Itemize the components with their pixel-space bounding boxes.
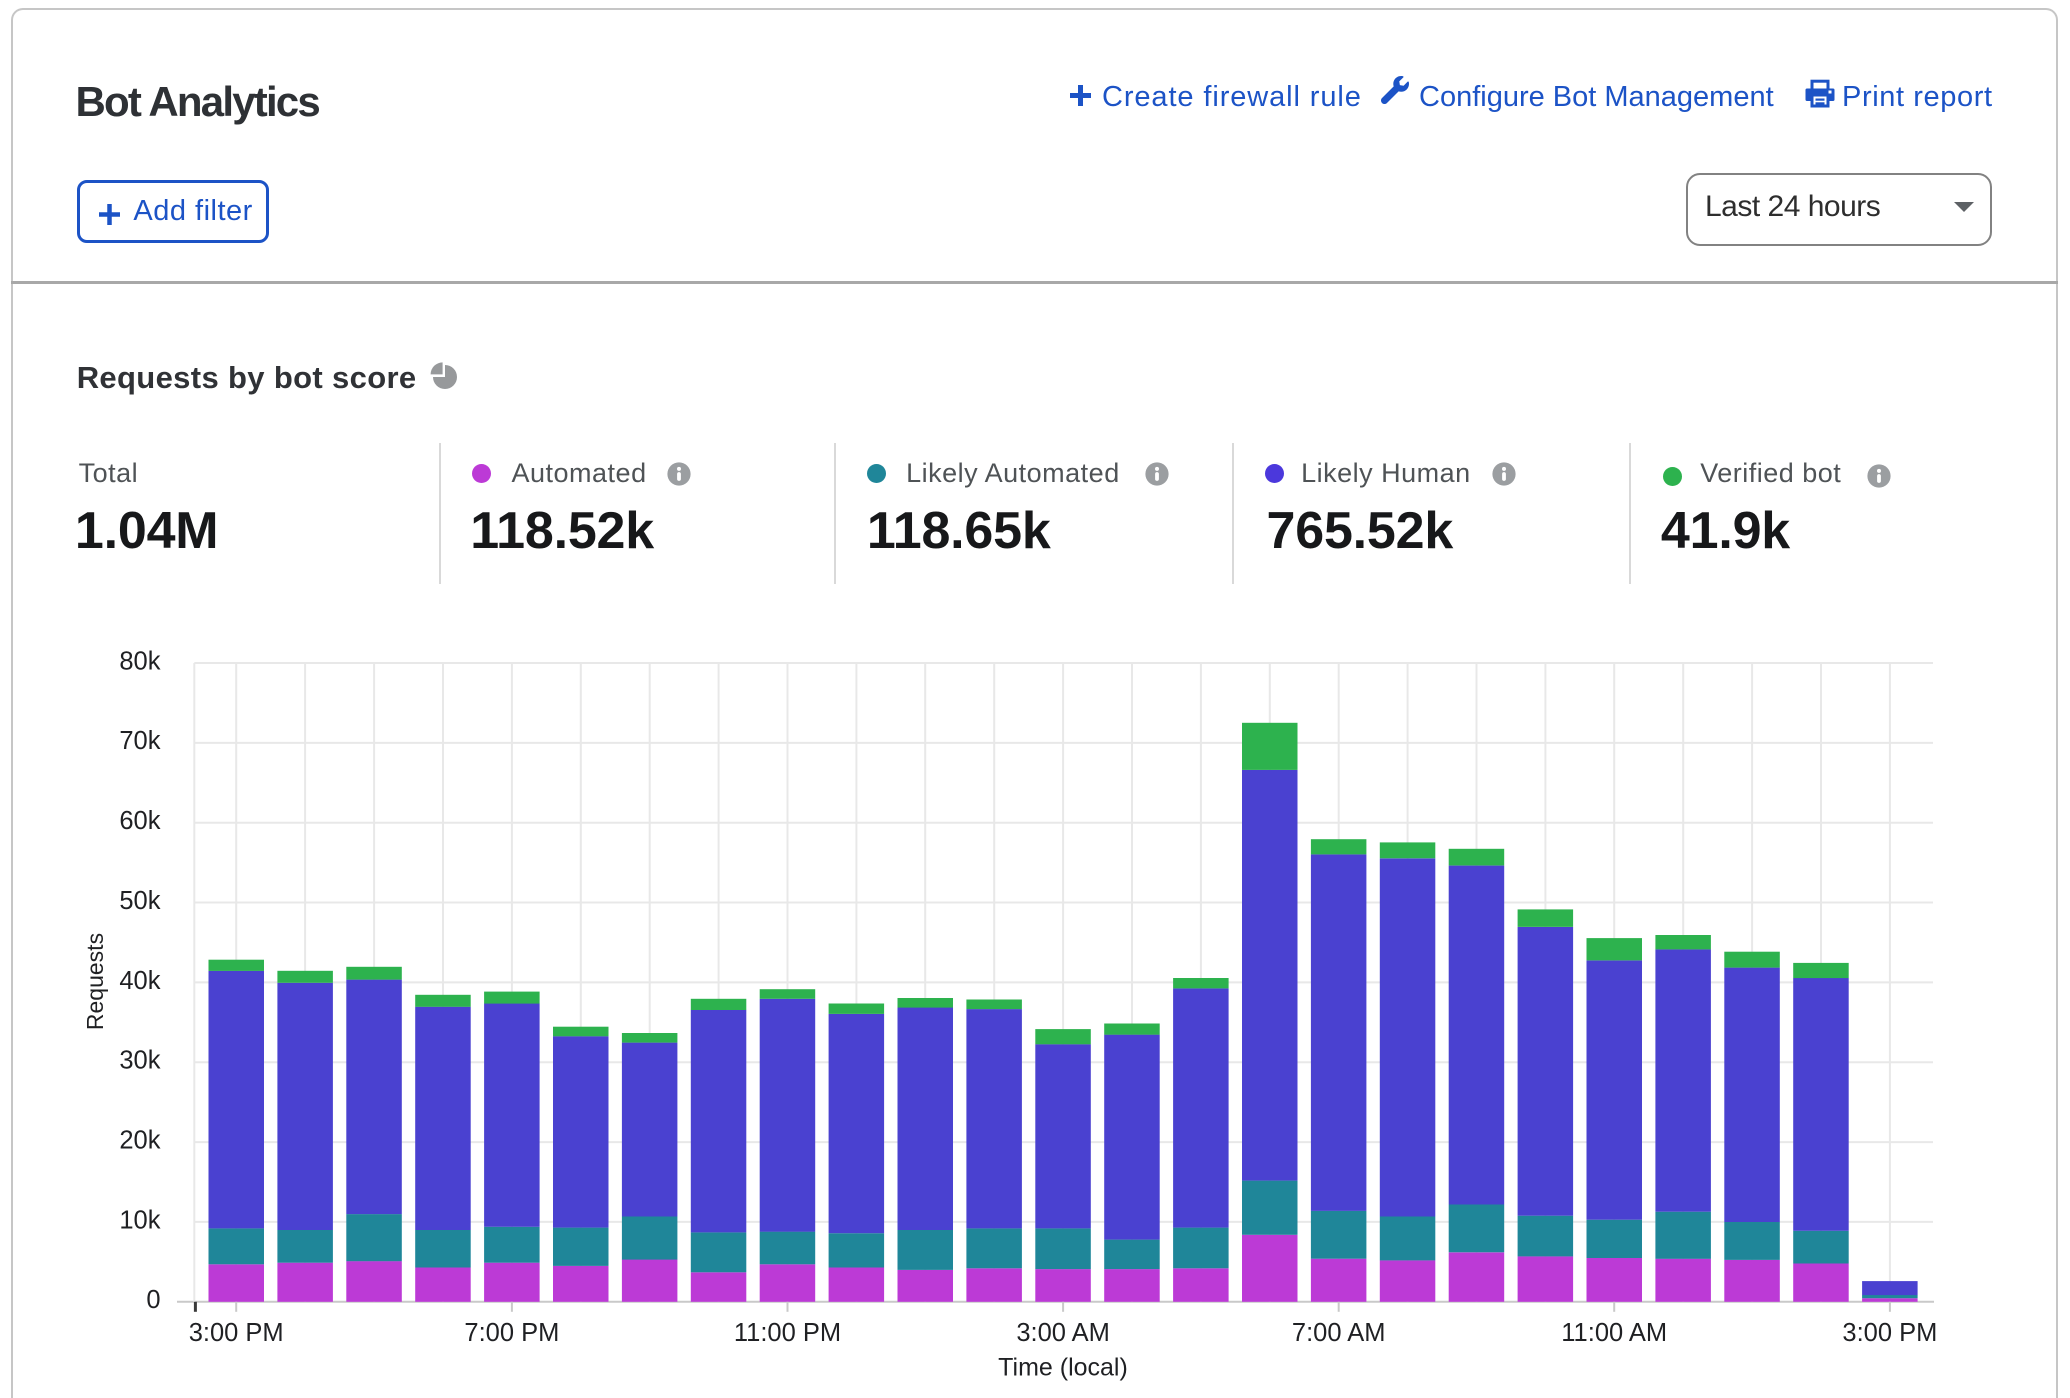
- svg-text:11:00 PM: 11:00 PM: [734, 1319, 841, 1347]
- svg-text:80k: 80k: [119, 647, 160, 675]
- svg-text:10k: 10k: [119, 1206, 160, 1234]
- svg-text:70k: 70k: [119, 727, 160, 755]
- svg-text:40k: 40k: [119, 967, 160, 995]
- svg-text:Requests: Requests: [82, 933, 108, 1030]
- svg-text:3:00 PM: 3:00 PM: [189, 1319, 284, 1347]
- svg-text:7:00 AM: 7:00 AM: [1292, 1319, 1386, 1347]
- svg-text:11:00 AM: 11:00 AM: [1561, 1319, 1667, 1347]
- svg-text:50k: 50k: [119, 887, 160, 915]
- svg-text:3:00 PM: 3:00 PM: [1842, 1319, 1937, 1347]
- svg-text:20k: 20k: [119, 1127, 160, 1155]
- svg-text:3:00 AM: 3:00 AM: [1016, 1319, 1110, 1347]
- svg-text:0: 0: [146, 1286, 160, 1314]
- svg-text:30k: 30k: [119, 1047, 160, 1075]
- svg-text:Time (local): Time (local): [998, 1354, 1128, 1382]
- svg-text:60k: 60k: [119, 807, 160, 835]
- svg-text:7:00 PM: 7:00 PM: [464, 1319, 559, 1347]
